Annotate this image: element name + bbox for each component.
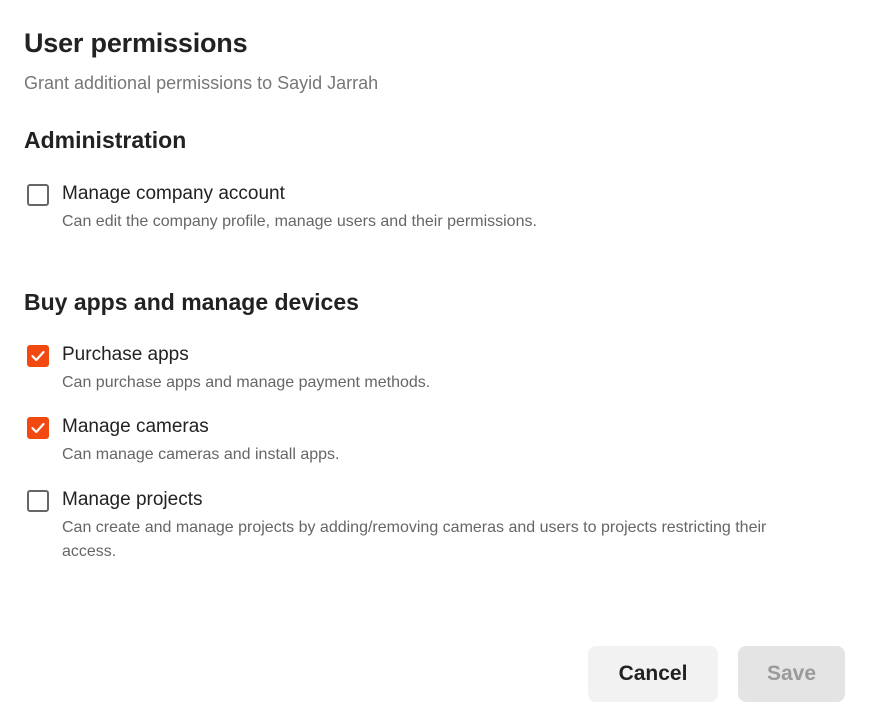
manage-company-account-checkbox[interactable] [27, 184, 49, 206]
permissions-dialog: User permissions Grant additional permis… [24, 0, 849, 728]
manage-cameras-checkbox[interactable] [27, 417, 49, 439]
checkmark-icon [31, 422, 45, 434]
dialog-subtitle: Grant additional permissions to Sayid Ja… [24, 73, 379, 93]
purchase-apps-checkbox[interactable] [27, 345, 49, 367]
save-button[interactable]: Save [738, 646, 845, 702]
permission-description: Can purchase apps and manage payment met… [62, 374, 431, 391]
section-heading-buy-apps: Buy apps and manage devices [24, 289, 359, 315]
cancel-button[interactable]: Cancel [588, 646, 718, 702]
section-heading-administration: Administration [24, 127, 187, 153]
permission-label: Manage projects [62, 489, 203, 510]
permission-description: Can manage cameras and install apps. [62, 446, 340, 463]
permission-description: Can edit the company profile, manage use… [62, 213, 537, 230]
manage-projects-checkbox[interactable] [27, 490, 49, 512]
permission-description: Can create and manage projects by adding… [62, 519, 767, 560]
permission-label: Purchase apps [62, 344, 189, 365]
dialog-title: User permissions [24, 28, 248, 58]
checkmark-icon [31, 350, 45, 362]
permission-label: Manage cameras [62, 416, 209, 437]
permission-label: Manage company account [62, 183, 285, 204]
